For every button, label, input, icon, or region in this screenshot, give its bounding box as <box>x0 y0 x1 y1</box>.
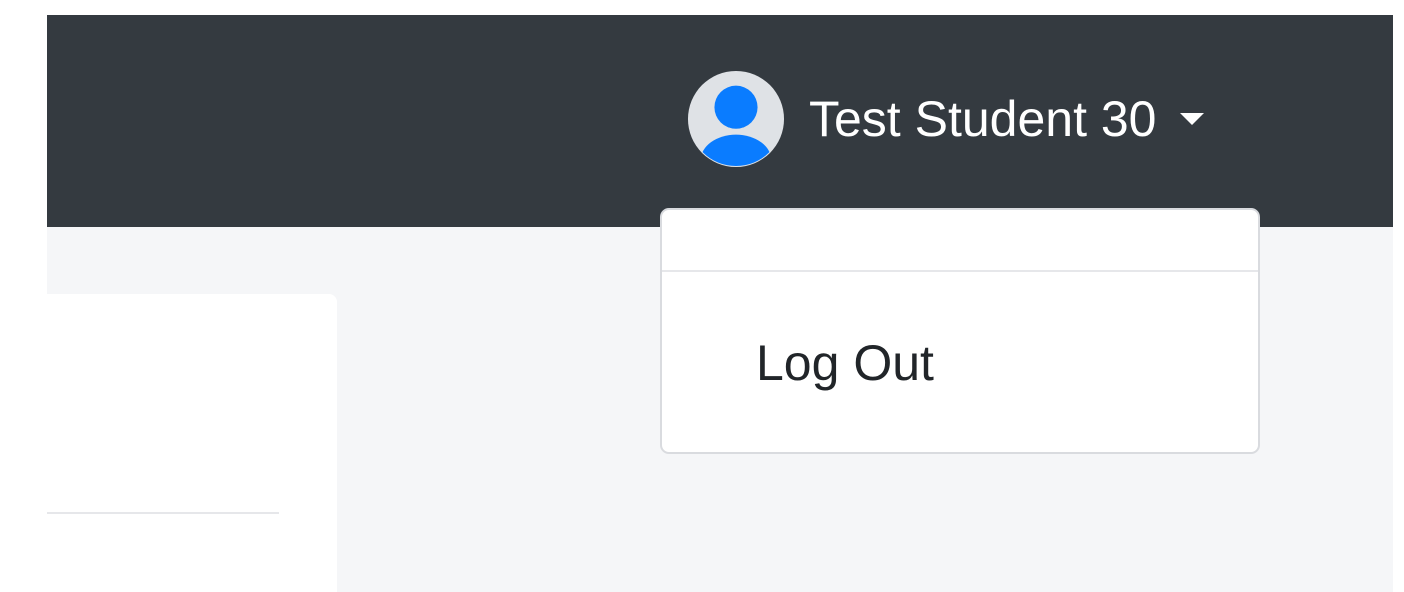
caret-down-icon <box>1180 113 1205 125</box>
card-divider <box>47 512 279 514</box>
app-viewport: Test Student 30 Log Out <box>47 15 1393 592</box>
top-navbar: Test Student 30 <box>47 15 1393 227</box>
log-out-menu-item[interactable]: Log Out <box>756 338 934 388</box>
user-avatar-icon <box>687 70 785 168</box>
content-card <box>47 294 337 592</box>
user-dropdown-menu: Log Out <box>660 208 1260 454</box>
user-menu-toggle[interactable]: Test Student 30 <box>687 69 1205 169</box>
dropdown-header <box>662 210 1258 272</box>
user-name-label: Test Student 30 <box>809 91 1157 147</box>
